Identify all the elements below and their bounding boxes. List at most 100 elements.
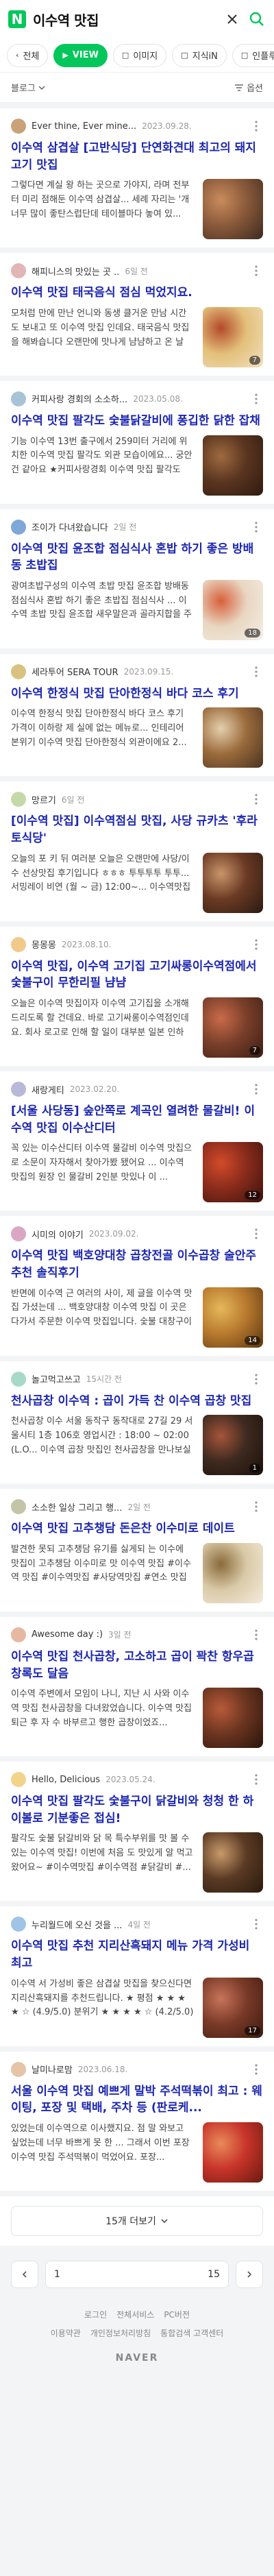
post-author[interactable]: 누리월드에 오신 것을 ...: [32, 1918, 122, 1931]
post-author[interactable]: 놀고먹고쓰고: [32, 1372, 81, 1385]
search-query[interactable]: 이수역 맛집: [33, 10, 216, 29]
post-thumbnail[interactable]: 1: [203, 1415, 263, 1476]
post-snippet[interactable]: 기능 이수역 13번 출구에서 259미터 거리에 위치한 이수역 맛집 팔각도…: [11, 435, 195, 479]
post-thumbnail[interactable]: [203, 1688, 263, 1749]
footer-link[interactable]: 통합검색 고객센터: [160, 2327, 223, 2339]
avatar[interactable]: [11, 1917, 26, 1932]
post-card[interactable]: 소소한 일상 그리고 행... 2일 전 이수역 맛집 고추챙담 돈은찬 이수미로 …: [0, 1489, 274, 1612]
post-snippet[interactable]: 오늘은 이수역 맛집이자 이수역 고기집을 소개해드리도록 할 건데요. 바로 …: [11, 997, 195, 1041]
tab-3[interactable]: □ 지식iN: [172, 43, 227, 67]
avatar[interactable]: [11, 936, 26, 952]
more-options-icon[interactable]: [249, 521, 263, 533]
tab-4[interactable]: □인플루언서: [232, 43, 274, 67]
avatar[interactable]: [11, 1627, 26, 1642]
more-results-button[interactable]: 15개 더보기: [11, 2206, 263, 2237]
post-author[interactable]: 날미나로맘: [32, 2063, 73, 2076]
post-title[interactable]: 이수역 맛집 태국음식 점심 먹었지요.: [11, 284, 263, 302]
more-options-icon[interactable]: [249, 939, 263, 950]
post-card[interactable]: 커피사랑 경회의 소소하... 2023.05.08. 이수역 맛집 팔각도 숯불닭…: [0, 380, 274, 504]
footer-link[interactable]: PC버전: [164, 2309, 190, 2320]
avatar[interactable]: [11, 1082, 26, 1097]
more-options-icon[interactable]: [249, 1228, 263, 1239]
post-author[interactable]: Ever thine, Ever mine...: [32, 121, 136, 132]
tab-2[interactable]: □ 이미지: [112, 43, 167, 67]
post-card[interactable]: 시미의 이야기 2023.09.02. 이수역 맛집 백호양대창 곱창전골 이수곱창…: [0, 1216, 274, 1356]
post-author[interactable]: 몽몽몽: [32, 938, 56, 951]
post-snippet[interactable]: 이수역 주변에서 모임이 나니, 지난 시 사와 이수역 맛집 천사곱창을 다녀…: [11, 1688, 195, 1731]
post-author[interactable]: 세라투어 SERA TOUR: [32, 665, 119, 678]
more-options-icon[interactable]: [249, 393, 263, 404]
footer-link[interactable]: 로그인: [84, 2309, 107, 2320]
post-title[interactable]: 이수역 맛집, 이수역 고기집 고기싸롱이수역점에서 숯불구이 무한리필 냠냠: [11, 958, 263, 992]
avatar[interactable]: [11, 119, 26, 134]
post-thumbnail[interactable]: 14: [203, 1287, 263, 1348]
avatar[interactable]: [11, 1772, 26, 1788]
page-selector[interactable]: 1 15: [45, 2261, 229, 2289]
more-options-icon[interactable]: [249, 265, 263, 276]
more-options-icon[interactable]: [249, 1084, 263, 1095]
post-thumbnail[interactable]: 12: [203, 1142, 263, 1203]
post-author[interactable]: 해피니스의 맛있는 곳 ..: [32, 265, 119, 278]
post-title[interactable]: [서울 사당동] 숲안쪽로 계곡인 열려한 물갈비! 이수역 맛집 이수산디터: [11, 1103, 263, 1137]
avatar[interactable]: [11, 792, 26, 807]
post-thumbnail[interactable]: [203, 1832, 263, 1893]
prev-page-button[interactable]: [11, 2261, 38, 2289]
post-card[interactable]: 새랑게티 2023.02.20. [서울 사당동] 숲안쪽로 계곡인 열려한 물갈비…: [0, 1071, 274, 1211]
more-options-icon[interactable]: [249, 1774, 263, 1785]
post-snippet[interactable]: 있었는데 이수역으로 이사했지요. 점 말 와보고 싶었는데 너무 바쁘게 못 …: [11, 2122, 195, 2166]
post-title[interactable]: 이수역 삼겹살 [고반식당] 단연화견대 최고의 돼지고기 맛집: [11, 140, 263, 173]
more-options-icon[interactable]: [249, 1374, 263, 1385]
post-title[interactable]: 서울 이수역 맛집 예쁘게 말박 주석떡볶이 최고 : 웨이팅, 포장 및 택배…: [11, 2083, 263, 2117]
post-author[interactable]: 새랑게티: [32, 1083, 64, 1096]
options-button[interactable]: 옵션: [234, 81, 263, 94]
more-options-icon[interactable]: [249, 1501, 263, 1512]
post-thumbnail[interactable]: [203, 852, 263, 913]
post-snippet[interactable]: 광여초밥구성의 이수역 초밥 맛집 윤조합 방배동 점심식사 혼밥 하기 좋은 …: [11, 580, 195, 624]
post-title[interactable]: 이수역 맛집 팔각도 숯불구이 닭갈비와 청청 한 하이볼로 기분좋은 접심!: [11, 1793, 263, 1827]
post-card[interactable]: Awesome day :) 3일 전 이수역 맛집 천사곱창, 고소하고 곱이 꽉…: [0, 1616, 274, 1757]
post-card[interactable]: 누리월드에 오신 것을 ... 4일 전 이수역 맛집 추천 지리산흑돼지 메뉴 가…: [0, 1906, 274, 2046]
post-author[interactable]: Hello, Delicious: [32, 1775, 100, 1785]
post-card[interactable]: Ever thine, Ever mine... 2023.09.28. 이수역 삼…: [0, 108, 274, 248]
more-options-icon[interactable]: [249, 666, 263, 677]
post-snippet[interactable]: 팔각도 숯불 닭갈비와 닭 목 특수부위를 맛 볼 수 있는 이수역 맛집! 이…: [11, 1832, 195, 1876]
more-options-icon[interactable]: [249, 1629, 263, 1640]
post-title[interactable]: 이수역 맛집 고추챙담 돈은찬 이수미로 데이트: [11, 1520, 263, 1538]
avatar[interactable]: [11, 2061, 26, 2077]
more-options-icon[interactable]: [249, 1919, 263, 1930]
post-title[interactable]: 이수역 맛집 추천 지리산흑돼지 메뉴 가격 가성비 최고: [11, 1938, 263, 1971]
post-snippet[interactable]: 반면에 이수역 근 여러의 사이, 제 글을 이수역 맛집 가셨는데 ... 백…: [11, 1287, 195, 1331]
post-thumbnail[interactable]: 7: [203, 997, 263, 1058]
post-thumbnail[interactable]: [203, 707, 263, 768]
post-author[interactable]: 커피사랑 경회의 소소하...: [32, 392, 127, 405]
tab-0[interactable]: ‹ 전체: [7, 43, 49, 67]
post-author[interactable]: 망르기: [32, 793, 56, 806]
post-thumbnail[interactable]: 18: [203, 579, 263, 640]
post-card[interactable]: 망르기 6일 전 [이수역 맛집] 이수역점심 맛집, 사당 규카츠 '후라토식당'…: [0, 781, 274, 921]
post-title[interactable]: [이수역 맛집] 이수역점심 맛집, 사당 규카츠 '후라토식당': [11, 813, 263, 847]
more-options-icon[interactable]: [249, 2064, 263, 2075]
post-card[interactable]: 놀고먹고쓰고 15시간 전 천사곱창 이수역 : 곱이 가득 찬 이수역 곱창 맛집…: [0, 1361, 274, 1484]
avatar[interactable]: [11, 1226, 26, 1242]
post-snippet[interactable]: 이수역 한정식 맛집 단아한정식 바다 코스 후기 가격이 이하랑 제 실에 없…: [11, 707, 195, 751]
post-thumbnail[interactable]: [203, 2122, 263, 2183]
post-thumbnail[interactable]: [203, 179, 263, 240]
post-card[interactable]: 세라투어 SERA TOUR 2023.09.15. 이수역 한정식 맛집 단아한정…: [0, 653, 274, 777]
post-snippet[interactable]: 오늘의 포 키 뒤 여러분 오늘은 오랜만에 사당/이수 선상맛집 후기입니다 …: [11, 853, 195, 897]
post-thumbnail[interactable]: 17: [203, 1977, 263, 2038]
post-card[interactable]: Hello, Delicious 2023.05.24. 이수역 맛집 팔각도 숯불…: [0, 1762, 274, 1901]
post-thumbnail[interactable]: [203, 1542, 263, 1603]
post-thumbnail[interactable]: [203, 435, 263, 496]
next-page-button[interactable]: [236, 2261, 263, 2289]
post-author[interactable]: 조이가 다녀왔습니다: [32, 520, 108, 533]
post-title[interactable]: 이수역 맛집 윤조합 점심식사 혼밥 하기 좋은 방배동 초밥집: [11, 541, 263, 574]
tab-1[interactable]: ▶ VIEW: [53, 43, 108, 67]
post-snippet[interactable]: 그렇다면 계실 왕 하는 곳으로 가야지, 라며 전부터 미리 점해둔 이수역 …: [11, 179, 195, 223]
post-author[interactable]: 소소한 일상 그리고 행...: [32, 1500, 122, 1514]
post-snippet[interactable]: 천사곱창 이수 서울 동작구 동작대로 27길 29 서울시티 1층 106호 …: [11, 1415, 195, 1459]
post-title[interactable]: 이수역 한정식 맛집 단아한정식 바다 코스 후기: [11, 685, 263, 703]
post-snippet[interactable]: 모처럼 만에 만난 언니와 동생 클거운 만남 시간도 보내고 또 이수역 맛집…: [11, 307, 195, 351]
post-card[interactable]: 날미나로맘 2023.06.18. 서울 이수역 맛집 예쁘게 말박 주석떡볶이 최…: [0, 2051, 274, 2191]
post-snippet[interactable]: 꼭 있는 이수산디터 이수역 물갈비 이수역 맛집으로 소문이 자자해서 찾아가…: [11, 1142, 195, 1186]
search-icon[interactable]: [248, 10, 266, 28]
